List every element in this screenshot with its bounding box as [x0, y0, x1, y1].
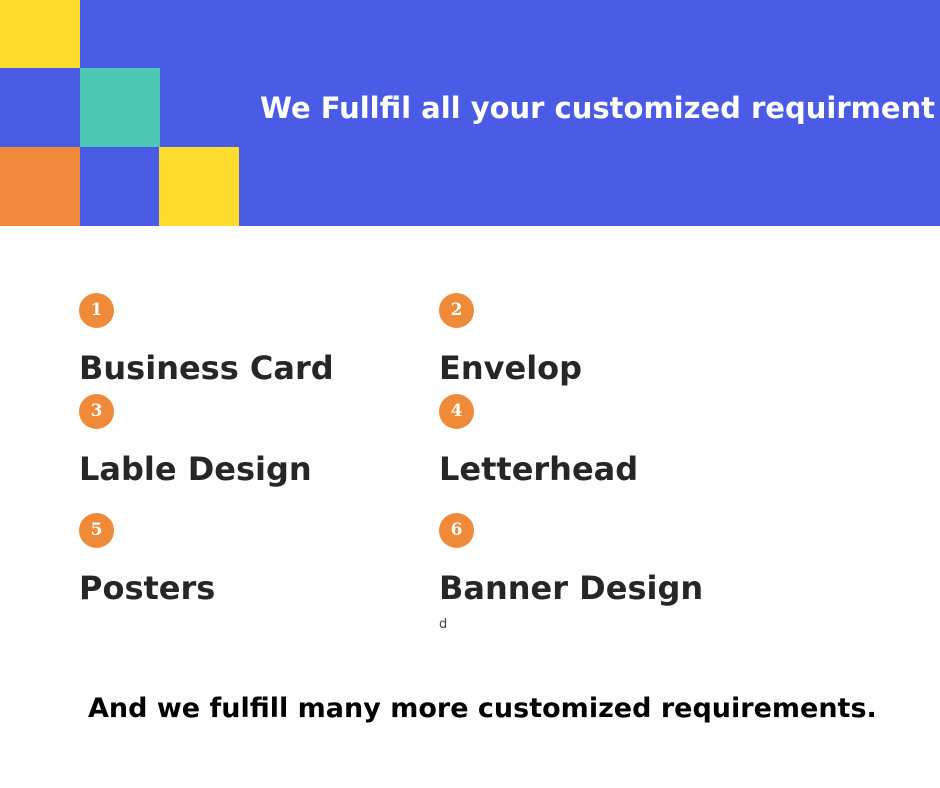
- decor-tile-yellow-bottom: [159, 147, 239, 226]
- decor-tile-yellow-top: [0, 0, 80, 68]
- service-title: Business Card: [79, 349, 334, 387]
- number-badge: 3: [79, 394, 114, 429]
- service-title: Envelop: [439, 349, 583, 387]
- service-title: Posters: [79, 569, 216, 607]
- service-item-6: 6 Banner Design d: [439, 513, 769, 643]
- decor-tile-orange: [0, 147, 80, 226]
- service-item-1: 1 Business Card: [79, 293, 409, 393]
- number-badge: 6: [439, 513, 474, 548]
- service-item-5: 5 Posters: [79, 513, 409, 613]
- footer-tagline: And we fulfill many more customized requ…: [88, 693, 877, 724]
- number-badge: 1: [79, 293, 114, 328]
- service-title: Banner Design: [439, 569, 704, 607]
- service-title: Lable Design: [79, 450, 312, 488]
- service-note: d: [439, 617, 448, 632]
- page-title: We Fullfil all your customized requirmen…: [260, 91, 936, 125]
- service-title: Letterhead: [439, 450, 639, 488]
- header-banner: We Fullfil all your customized requirmen…: [0, 0, 940, 226]
- number-badge: 4: [439, 394, 474, 429]
- service-item-2: 2 Envelop: [439, 293, 769, 393]
- number-badge: 2: [439, 293, 474, 328]
- decor-tile-teal: [80, 68, 160, 147]
- number-badge: 5: [79, 513, 114, 548]
- service-item-3: 3 Lable Design: [79, 394, 409, 494]
- service-item-4: 4 Letterhead: [439, 394, 769, 494]
